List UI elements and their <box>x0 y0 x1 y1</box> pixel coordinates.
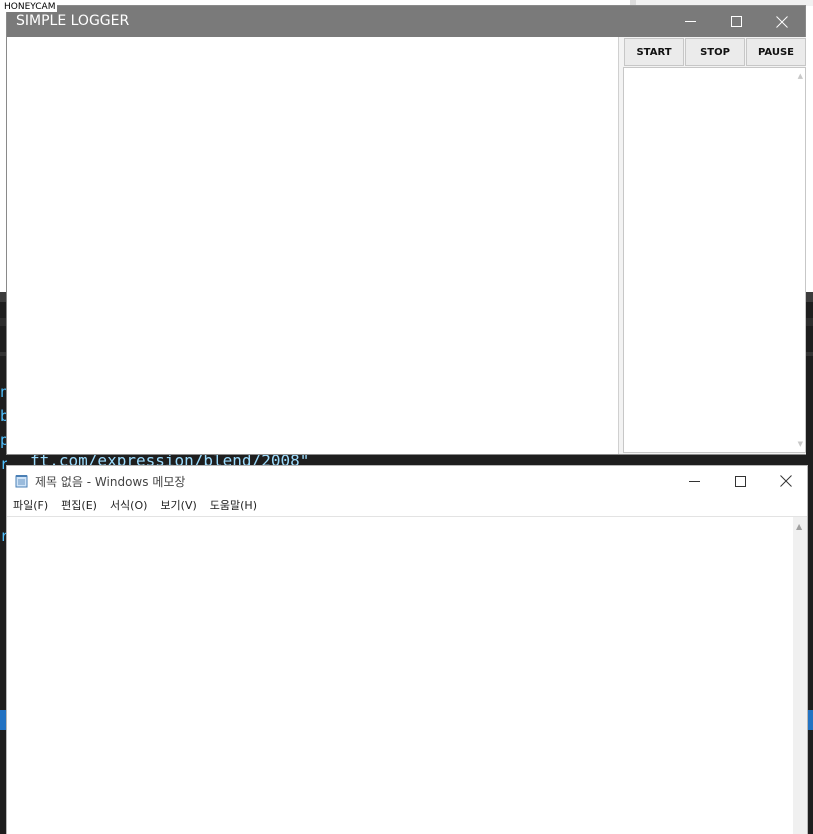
scroll-down-arrow-icon[interactable]: ▼ <box>798 440 803 448</box>
notepad-close-button[interactable] <box>763 466 809 496</box>
recording-watermark: HONEYCAM <box>2 2 58 12</box>
menu-edit[interactable]: 편집(E) <box>55 496 104 516</box>
menu-view[interactable]: 보기(V) <box>154 496 203 516</box>
minimize-icon <box>684 21 696 22</box>
log-listbox[interactable]: ▲ ▼ <box>623 67 806 453</box>
notepad-window: 제목 없음 - Windows 메모장 파일(F) 편집(E) 서식(O) 보기… <box>6 465 808 834</box>
notepad-vertical-scrollbar[interactable]: ▲ <box>793 516 807 834</box>
notepad-maximize-button[interactable] <box>717 466 763 496</box>
close-icon <box>780 475 792 487</box>
logger-window-title: SIMPLE LOGGER <box>16 13 130 29</box>
pause-button[interactable]: PAUSE <box>746 38 806 66</box>
logger-close-button[interactable] <box>759 6 805 37</box>
notepad-menubar: 파일(F) 편집(E) 서식(O) 보기(V) 도움말(H) <box>7 496 807 516</box>
scroll-up-arrow-icon[interactable]: ▲ <box>796 522 802 531</box>
stop-button[interactable]: STOP <box>685 38 745 66</box>
start-button[interactable]: START <box>624 38 684 66</box>
notepad-titlebar[interactable]: 제목 없음 - Windows 메모장 <box>7 466 807 496</box>
menu-format[interactable]: 서식(O) <box>104 496 154 516</box>
minimize-icon <box>688 480 700 482</box>
logger-minimize-button[interactable] <box>667 6 713 37</box>
scroll-up-arrow-icon[interactable]: ▲ <box>798 72 803 80</box>
maximize-icon <box>734 475 746 487</box>
notepad-icon <box>15 475 28 488</box>
log-output-area[interactable] <box>7 37 618 454</box>
notepad-minimize-button[interactable] <box>671 466 717 496</box>
simple-logger-window: SIMPLE LOGGER START STOP PAUSE ▲ ▼ <box>6 5 806 455</box>
logger-maximize-button[interactable] <box>713 6 759 37</box>
logger-control-panel: START STOP PAUSE ▲ ▼ <box>618 37 806 454</box>
logger-titlebar[interactable]: SIMPLE LOGGER <box>7 6 805 37</box>
maximize-icon <box>730 16 742 27</box>
notepad-window-title: 제목 없음 - Windows 메모장 <box>35 475 186 489</box>
close-icon <box>776 15 788 28</box>
menu-help[interactable]: 도움말(H) <box>204 496 264 516</box>
notepad-text-area[interactable] <box>7 516 793 834</box>
menu-file[interactable]: 파일(F) <box>7 496 55 516</box>
